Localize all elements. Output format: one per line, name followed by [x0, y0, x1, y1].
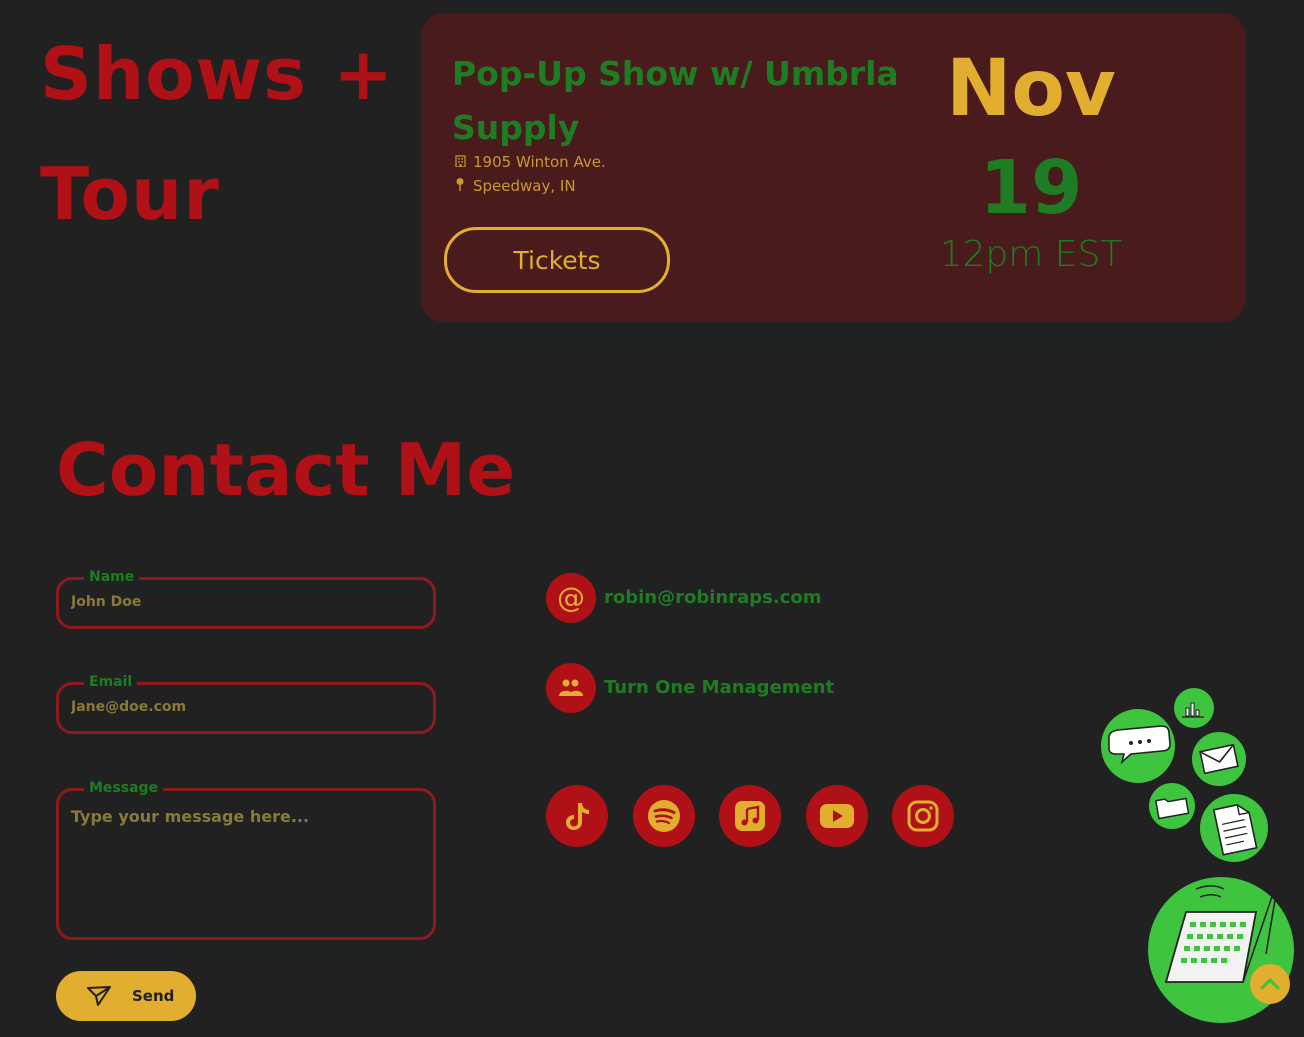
email-link[interactable]: robin@robinraps.com — [604, 586, 821, 610]
email-field: Email — [56, 673, 436, 734]
email-input[interactable] — [71, 699, 421, 715]
email-label: Email — [84, 673, 138, 691]
show-city: Speedway, IN — [453, 176, 576, 196]
management-text: Turn One Management — [604, 677, 835, 698]
at-icon: @ — [546, 573, 596, 623]
message-label: Message — [84, 779, 164, 797]
show-address-text: 1905 Winton Ave. — [473, 153, 606, 171]
show-address: 1905 Winton Ave. — [453, 152, 606, 172]
paper-plane-icon — [86, 985, 112, 1011]
building-icon — [453, 153, 467, 173]
shows-title: Shows + Tour — [40, 32, 395, 236]
message-field: Message — [56, 779, 436, 940]
apple-music-icon[interactable] — [719, 785, 781, 847]
name-input[interactable] — [71, 594, 421, 610]
send-button[interactable]: Send — [56, 971, 196, 1021]
show-day: 19 — [979, 145, 1083, 231]
name-field: Name — [56, 568, 436, 629]
message-input[interactable] — [71, 807, 421, 907]
users-icon — [546, 663, 596, 713]
instagram-icon[interactable] — [892, 785, 954, 847]
send-label: Send — [132, 987, 175, 1005]
show-name: Pop-Up Show w/ Umbrla Supply — [452, 54, 899, 147]
name-label: Name — [84, 568, 140, 586]
contact-title: Contact Me — [56, 428, 516, 512]
show-month: Nov — [946, 44, 1116, 134]
scroll-to-top-button[interactable] — [1250, 964, 1290, 1004]
spotify-icon[interactable] — [633, 785, 695, 847]
chevron-up-icon — [1259, 975, 1281, 994]
tiktok-icon[interactable] — [546, 785, 608, 847]
show-card: Pop-Up Show w/ Umbrla Supply 1905 Winton… — [421, 13, 1245, 322]
tickets-button[interactable]: Tickets — [444, 227, 670, 293]
map-pin-icon — [453, 177, 467, 197]
show-city-text: Speedway, IN — [473, 177, 576, 195]
youtube-icon[interactable] — [806, 785, 868, 847]
show-time: 12pm EST — [939, 234, 1123, 275]
